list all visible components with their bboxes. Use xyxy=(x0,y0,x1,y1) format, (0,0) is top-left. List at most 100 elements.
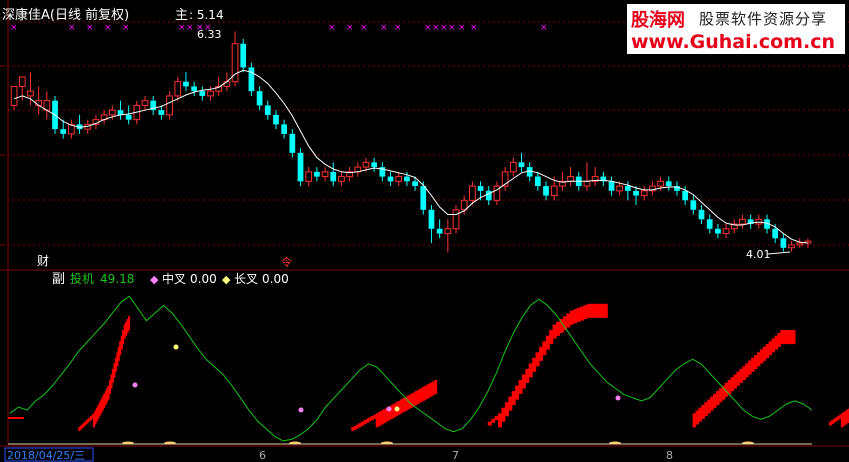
candle-body xyxy=(387,176,394,182)
series-value-mid-cross: 0.00 xyxy=(190,272,217,286)
series-value-long-cross: 0.00 xyxy=(262,272,289,286)
candle-body xyxy=(338,176,345,182)
cross-marker: × xyxy=(104,23,112,33)
cross-marker: × xyxy=(68,23,76,33)
cross-markers: × × × × × × × × × × × × × × × × × × × × × xyxy=(10,23,548,33)
cross-dot xyxy=(615,395,621,401)
candle-body xyxy=(583,180,591,187)
cai-marker[interactable]: 财 xyxy=(37,254,49,268)
cross-marker: × xyxy=(380,23,388,33)
red-block xyxy=(759,349,764,364)
candle-body xyxy=(420,186,427,210)
series-label-speculation: 投机 xyxy=(70,271,94,286)
candle-body xyxy=(722,228,730,235)
candle-body xyxy=(240,43,247,68)
chart-canvas: × × × × × × × × × × × × × × × × × × × × × 深康佳A(日线 前复权) 主 : 5… xyxy=(0,0,849,462)
candle-body xyxy=(772,228,779,239)
cross-marker: × xyxy=(346,23,354,33)
candle-body xyxy=(567,176,574,182)
red-block xyxy=(748,360,752,375)
candle-body xyxy=(436,228,443,234)
candle-body xyxy=(657,180,664,187)
speculation-line xyxy=(9,295,813,442)
candle-body xyxy=(321,171,329,178)
cross-marker: × xyxy=(394,23,402,33)
candle-body xyxy=(330,171,337,182)
candle-body xyxy=(183,81,189,87)
candle-body xyxy=(125,114,132,120)
cross-marker: × xyxy=(328,23,336,33)
month-label-7: 7 xyxy=(452,449,459,462)
red-block xyxy=(434,380,438,394)
ma-line xyxy=(13,69,808,244)
candle-body xyxy=(371,162,378,168)
candle-body xyxy=(18,76,26,87)
candle-body xyxy=(10,85,18,106)
red-block xyxy=(771,338,775,353)
red-block-series xyxy=(8,303,849,445)
cross-marker: × xyxy=(432,23,440,33)
candle-body xyxy=(207,90,214,97)
high-price-label: 6.33 xyxy=(197,28,222,41)
red-block xyxy=(701,405,705,419)
cross-dot xyxy=(386,406,392,412)
candle-body xyxy=(314,171,320,177)
candle-body xyxy=(469,185,476,201)
main-indicator-value: : 5.14 xyxy=(189,8,224,22)
red-block xyxy=(487,421,492,426)
cross-marker: × xyxy=(178,23,186,33)
candle-body xyxy=(477,186,484,191)
candle-body xyxy=(452,209,460,230)
candle-body xyxy=(550,185,558,197)
red-block xyxy=(501,407,506,422)
moving-average-series xyxy=(13,69,808,244)
candle-body xyxy=(264,105,271,115)
candle-body xyxy=(199,91,206,96)
candle-body xyxy=(640,190,648,197)
cross-marker: × xyxy=(122,23,130,33)
candle-body xyxy=(444,228,452,235)
cross-marker: × xyxy=(470,23,478,33)
banner-site-name: 股海网 xyxy=(631,10,685,31)
low-price-label: 4.01 xyxy=(746,248,771,261)
candle-body xyxy=(174,81,182,97)
red-block xyxy=(736,371,740,386)
candle-body xyxy=(158,110,165,115)
month-label-8: 8 xyxy=(666,449,673,462)
candle-body xyxy=(289,133,296,153)
banner-slogan: 股票软件资源分享 xyxy=(699,10,828,28)
red-block xyxy=(583,305,588,320)
candle-body xyxy=(788,244,795,249)
candle-body xyxy=(248,67,255,92)
candle-body xyxy=(633,190,639,196)
event-marker[interactable]: 令 xyxy=(281,255,292,269)
cross-marker: × xyxy=(10,23,18,33)
candle-body xyxy=(780,238,787,248)
candle-body xyxy=(739,218,746,225)
red-block xyxy=(528,363,533,378)
candle-body xyxy=(256,91,263,106)
month-label-6: 6 xyxy=(259,449,266,462)
candle-body xyxy=(108,109,116,116)
candle-body xyxy=(682,190,689,201)
candle-body xyxy=(608,181,615,191)
candle-body xyxy=(141,100,149,106)
cross-marker: × xyxy=(540,23,548,33)
candle-body xyxy=(404,176,410,182)
grid-lines xyxy=(0,0,849,447)
candle-body xyxy=(191,86,197,92)
candle-body xyxy=(305,171,313,182)
stock-title[interactable]: 深康佳A(日线 前复权) xyxy=(2,7,129,23)
candle-body xyxy=(273,114,279,125)
cross-marker: × xyxy=(360,23,368,33)
candle-body xyxy=(616,185,624,192)
red-block xyxy=(603,303,608,318)
diamond-icon: ◆ xyxy=(222,273,231,286)
red-block xyxy=(792,330,796,345)
candle-body xyxy=(706,219,713,229)
cross-marker: × xyxy=(448,23,456,33)
cross-marker: × xyxy=(458,23,466,33)
candle-body xyxy=(518,162,525,168)
candle-body xyxy=(698,209,705,220)
cross-marker: × xyxy=(424,23,432,33)
